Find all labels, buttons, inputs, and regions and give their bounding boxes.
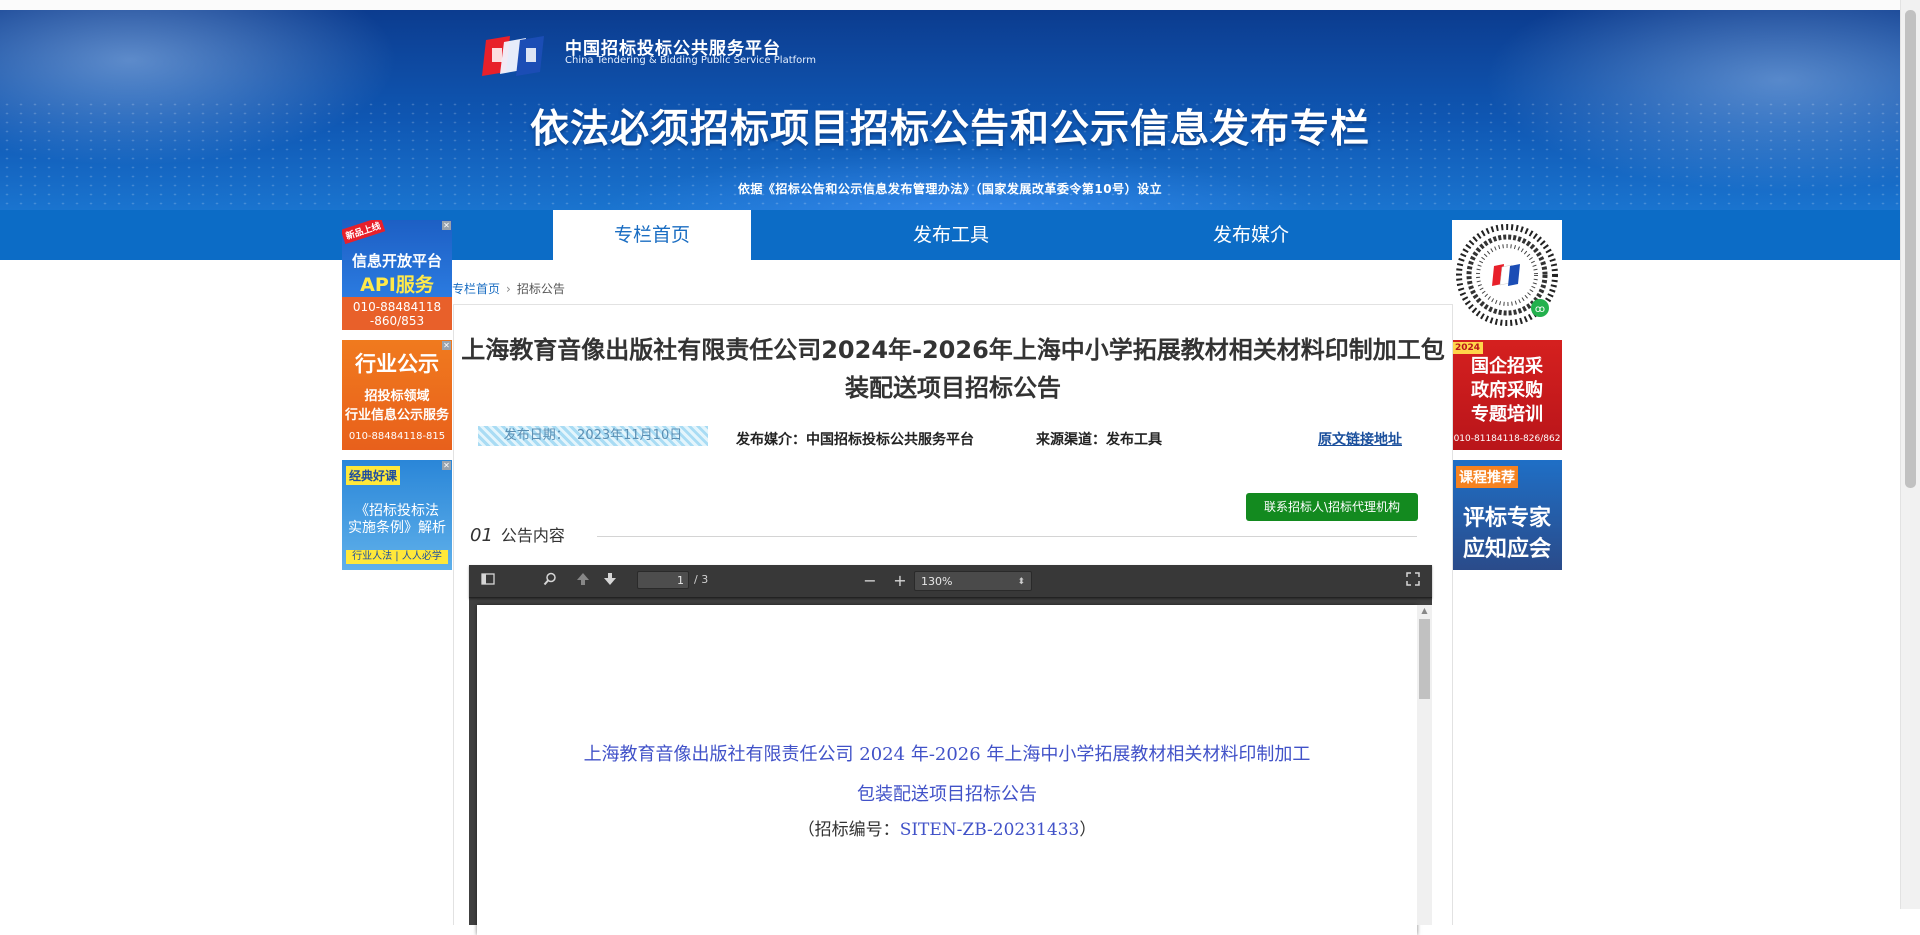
- ad-line1: 信息开放平台: [351, 252, 442, 270]
- ad-tag: 经典好课: [346, 466, 401, 485]
- section-label: 公告内容: [500, 526, 565, 545]
- ad-phone: 010-88484118: [352, 300, 442, 314]
- article-panel: 上海教育音像出版社有限责任公司2024年-2026年上海中小学拓展教材相关材料印…: [453, 304, 1453, 935]
- ad-course-expert[interactable]: 课程推荐 评标专家 应知应会: [1452, 460, 1562, 570]
- section-header: 01 公告内容: [470, 522, 565, 546]
- breadcrumb-current: 招标公告: [516, 282, 565, 296]
- ad-phone: 010-88484118-815: [348, 431, 446, 442]
- source-channel: 来源渠道：发布工具: [1036, 429, 1162, 449]
- ad-line1: 评标专家: [1462, 506, 1551, 531]
- zoom-value: 130%: [921, 575, 953, 588]
- publish-date: 发布日期： 2023年11月10日: [478, 426, 708, 446]
- page-title: 依法必须招标项目招标公告和公示信息发布专栏: [529, 107, 1370, 152]
- zoom-out-icon[interactable]: −: [861, 572, 879, 590]
- page-total: / 3: [694, 573, 709, 586]
- page-scrollbar-thumb[interactable]: [1905, 10, 1916, 488]
- section-divider: [597, 536, 1417, 537]
- pdf-scrollbar[interactable]: ▲: [1417, 605, 1432, 925]
- contact-tenderer-button[interactable]: 联系招标人\招标代理机构: [1246, 493, 1418, 521]
- page-subtitle: 依据《招标公告和公示信息发布管理办法》（国家发展改革委令第10号）设立: [737, 182, 1163, 196]
- article-title: 上海教育音像出版社有限责任公司2024年-2026年上海中小学拓展教材相关材料印…: [461, 336, 1445, 402]
- header-banner: 中国招标投标公共服务平台 China Tendering & Bidding P…: [0, 10, 1900, 210]
- ad-line2: 政府采购: [1471, 380, 1543, 401]
- pdf-viewer: 1 / 3 − + 130% ⬍ 上海教育音像出版社有限责任公司 2024 年-2…: [469, 565, 1432, 935]
- ad-line2: API服务: [360, 274, 434, 296]
- sidebar-toggle-icon[interactable]: [479, 572, 497, 590]
- search-icon[interactable]: [541, 572, 559, 590]
- publish-date-value: 2023年11月10日: [577, 428, 683, 443]
- source-channel-label: 来源渠道：: [1036, 432, 1106, 448]
- ad-line2: 实施条例》解析: [348, 520, 446, 536]
- ad-phone: 010-81184118-826/862: [1453, 434, 1561, 444]
- pdf-page: 上海教育音像出版社有限责任公司 2024 年-2026 年上海中小学拓展教材相关…: [477, 605, 1417, 935]
- publish-media-value: 中国招标投标公共服务平台: [806, 432, 974, 448]
- source-channel-value: 发布工具: [1106, 432, 1162, 448]
- ad-line1: 国企招采: [1471, 356, 1543, 377]
- fullscreen-icon[interactable]: [1404, 572, 1422, 590]
- pdf-scrollbar-thumb[interactable]: [1419, 619, 1430, 699]
- pdf-toolbar: 1 / 3 − + 130% ⬍: [469, 565, 1432, 598]
- page-number-input[interactable]: 1: [637, 571, 689, 589]
- pdf-tender-number-label: （招标编号：: [797, 820, 900, 840]
- ad-line3: 专题培训: [1471, 404, 1543, 425]
- publish-media: 发布媒介：中国招标投标公共服务平台: [736, 429, 974, 449]
- ad-line3: 行业信息公示服务: [344, 408, 449, 423]
- pdf-document-title: 上海教育音像出版社有限责任公司 2024 年-2026 年上海中小学拓展教材相关…: [477, 735, 1417, 815]
- ad-procurement-training[interactable]: 2024 国企招采 政府采购 专题培训 010-81184118-826/862: [1452, 340, 1562, 450]
- qr-code-icon: ꝏ: [1456, 224, 1558, 326]
- nav-tab-publish-tool[interactable]: 发布工具: [852, 210, 1050, 260]
- svg-text:ꝏ: ꝏ: [1535, 304, 1545, 315]
- ad-qr-code[interactable]: ꝏ: [1452, 220, 1562, 330]
- ad-tag: 课程推荐: [1456, 466, 1518, 488]
- pdf-tender-number-end: ）: [1079, 820, 1097, 840]
- ad-close-icon[interactable]: ✕: [442, 221, 451, 230]
- pdf-document-title-text: 上海教育音像出版社有限责任公司 2024 年-2026 年上海中小学拓展教材相关…: [583, 744, 1311, 805]
- nav-tab-publish-media[interactable]: 发布媒介: [1152, 210, 1350, 260]
- original-link[interactable]: 原文链接地址: [1318, 429, 1402, 449]
- chevron-right-icon: ›: [506, 282, 511, 296]
- pdf-tender-number-value: SITEN-ZB-20231433: [899, 820, 1080, 840]
- nav-tab-home[interactable]: 专栏首页: [553, 210, 751, 260]
- page-scrollbar[interactable]: [1900, 0, 1920, 909]
- chevron-updown-icon: ⬍: [1017, 577, 1025, 587]
- breadcrumb-home-link[interactable]: 专栏首页: [452, 282, 500, 296]
- pdf-tender-number: （招标编号：SITEN-ZB-20231433）: [477, 815, 1417, 840]
- ad-phone2: -860/853: [369, 314, 425, 328]
- ad-industry-publicity[interactable]: ✕ 行业公示 招投标领域 行业信息公示服务 010-88484118-815: [342, 340, 452, 450]
- ad-api-service[interactable]: 新品上线 ✕ 信息开放平台 API服务 010-88484118 -860/85…: [342, 220, 452, 330]
- logo-english-name: China Tendering & Bidding Public Service…: [565, 55, 816, 66]
- ad-close-icon[interactable]: ✕: [442, 461, 451, 470]
- publish-media-label: 发布媒介：: [736, 432, 806, 448]
- ad-line2: 招投标领域: [364, 389, 430, 404]
- next-page-icon[interactable]: [601, 572, 619, 590]
- publish-date-label: 发布日期：: [503, 428, 569, 443]
- ad-line1: 行业公示: [355, 352, 439, 376]
- zoom-select[interactable]: 130% ⬍: [914, 571, 1032, 591]
- breadcrumb: 专栏首页 › 招标公告: [452, 280, 565, 297]
- section-number: 01: [470, 525, 493, 546]
- zoom-in-icon[interactable]: +: [891, 572, 909, 590]
- ad-footer: 行业人法 | 人人必学: [346, 550, 448, 564]
- ad-course-regulation[interactable]: 经典好课 ✕ 《招标投标法 实施条例》解析 行业人法 | 人人必学: [342, 460, 452, 570]
- platform-logo-icon: [482, 36, 544, 76]
- scroll-up-icon[interactable]: ▲: [1417, 605, 1432, 617]
- ad-line2: 应知应会: [1462, 537, 1551, 562]
- previous-page-icon[interactable]: [574, 572, 592, 590]
- ad-tag: 新品上线: [342, 220, 386, 245]
